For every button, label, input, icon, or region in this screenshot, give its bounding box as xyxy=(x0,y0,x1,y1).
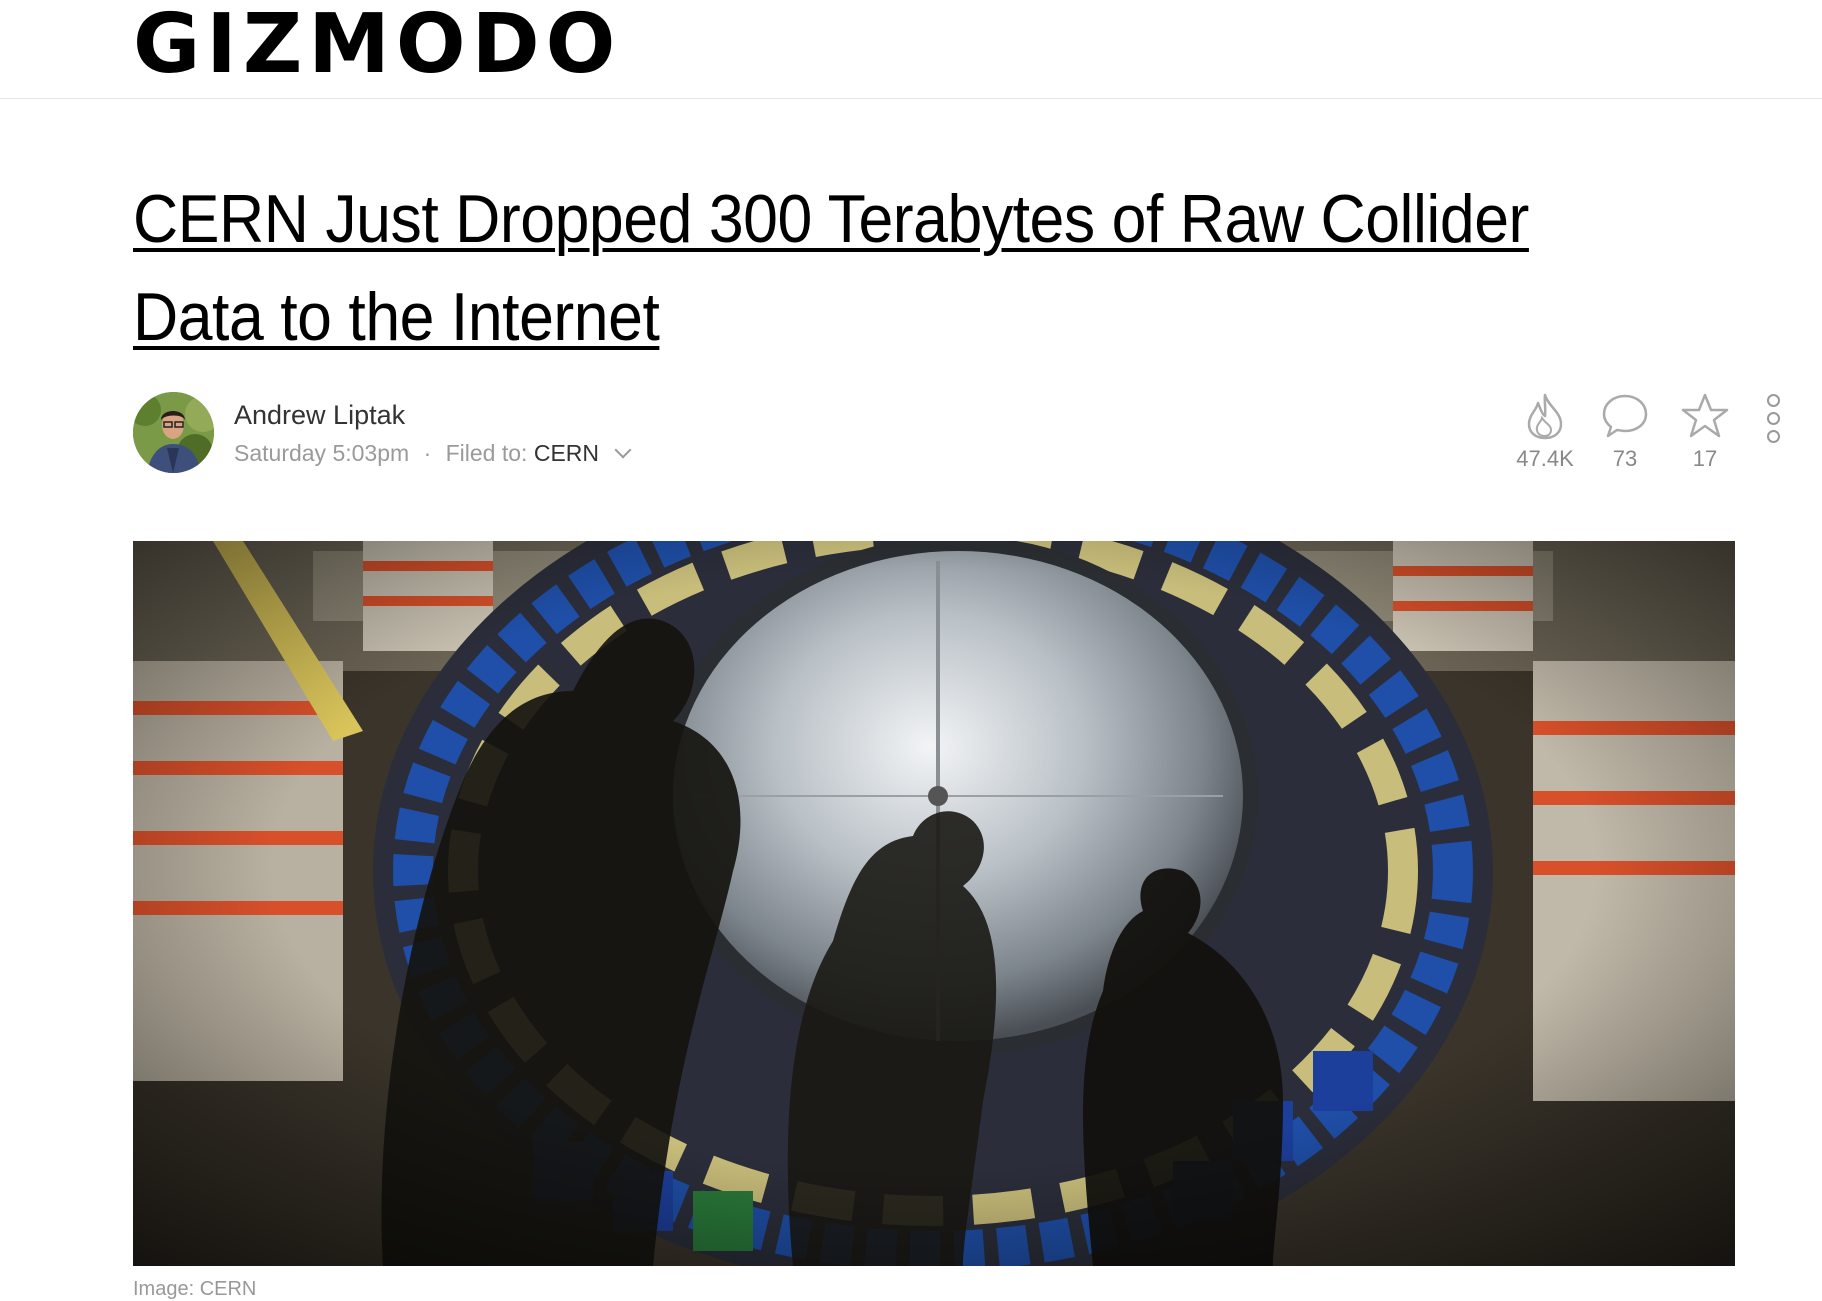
flame-icon xyxy=(1527,393,1563,440)
article-title[interactable]: CERN Just Dropped 300 Terabytes of Raw C… xyxy=(133,170,1623,366)
author-avatar[interactable] xyxy=(133,392,214,473)
hero-image[interactable] xyxy=(133,541,1735,1266)
site-logo[interactable]: GIZMODO xyxy=(133,4,621,86)
hero-caption: Image: CERN xyxy=(133,1278,257,1300)
stars-stat[interactable]: 17 xyxy=(1665,392,1745,472)
comments-stat[interactable]: 73 xyxy=(1585,392,1665,472)
publish-date[interactable]: Saturday 5:03pm xyxy=(234,440,409,466)
author-name[interactable]: Andrew Liptak xyxy=(234,400,405,431)
filed-to-label: Filed to: xyxy=(445,440,528,466)
article-stats: 47.4K 73 17 xyxy=(1505,392,1805,482)
views-count: 47.4K xyxy=(1516,446,1574,471)
filed-category-link[interactable]: CERN xyxy=(534,440,599,466)
views-stat[interactable]: 47.4K xyxy=(1505,392,1585,472)
meta-separator: · xyxy=(423,440,432,466)
star-icon xyxy=(1681,393,1729,438)
comments-count: 73 xyxy=(1612,446,1638,471)
more-options-icon[interactable] xyxy=(1767,394,1781,444)
chevron-down-icon[interactable] xyxy=(614,441,632,459)
article-meta: Saturday 5:03pm · Filed to: CERN xyxy=(234,440,632,467)
site-header: GIZMODO xyxy=(0,0,1822,99)
comment-icon xyxy=(1602,394,1648,438)
byline: Andrew Liptak Saturday 5:03pm · Filed to… xyxy=(133,392,1733,474)
stars-count: 17 xyxy=(1692,446,1718,471)
